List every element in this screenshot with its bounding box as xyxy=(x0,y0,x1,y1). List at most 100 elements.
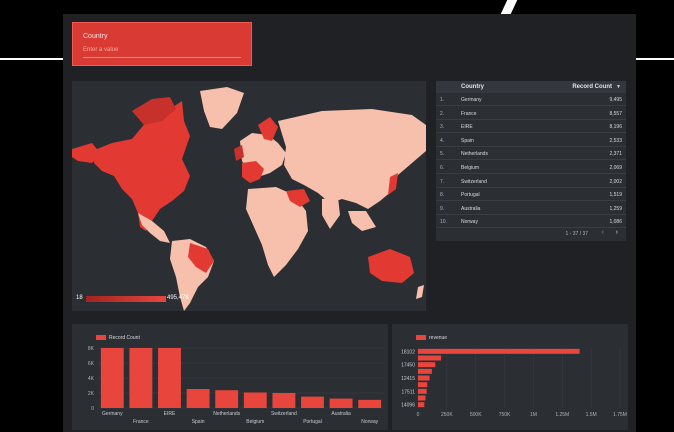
sort-desc-icon[interactable]: ▼ xyxy=(616,84,621,90)
y-tick-label: 0 xyxy=(91,406,94,412)
bar[interactable] xyxy=(243,392,267,408)
map-australia xyxy=(368,249,414,283)
chevron-right-icon[interactable]: › xyxy=(616,229,618,236)
bar[interactable] xyxy=(418,395,426,401)
table-row[interactable]: 3. EIRE 8,196 xyxy=(436,120,626,134)
map-legend-gradient xyxy=(86,296,166,302)
row-record-count: 1,086 xyxy=(609,219,622,226)
y-tick-label: 12415 xyxy=(401,376,415,382)
world-map[interactable] xyxy=(72,81,426,311)
row-country: Norway xyxy=(461,219,478,226)
row-record-count: 2,002 xyxy=(609,178,622,185)
x-tick-label: Spain xyxy=(192,419,205,425)
x-tick-label: 1.25M xyxy=(555,412,569,418)
frame-line-right xyxy=(636,58,674,60)
bar[interactable] xyxy=(100,348,124,408)
row-record-count: 2,371 xyxy=(609,151,622,158)
y-tick-label: 2K xyxy=(88,391,95,397)
row-index: 4. xyxy=(440,137,445,144)
row-record-count: 9,495 xyxy=(609,97,622,103)
x-tick-label: 1M xyxy=(530,412,537,418)
pagination-label: 1 - 37 / 37 xyxy=(565,231,588,237)
bar[interactable] xyxy=(186,389,210,408)
country-filter-input[interactable]: Enter a value xyxy=(83,47,118,53)
chevron-left-icon[interactable]: ‹ xyxy=(602,229,604,236)
table-row[interactable]: 5. Netherlands 2,371 xyxy=(436,147,626,161)
table-row[interactable]: 9. Australia 1,259 xyxy=(436,202,626,215)
row-country: Australia xyxy=(461,205,481,212)
row-index: 3. xyxy=(440,124,445,131)
bar[interactable] xyxy=(418,375,430,381)
row-record-count: 8,557 xyxy=(609,110,622,117)
bar[interactable] xyxy=(418,355,442,361)
table-row[interactable]: 7. Switzerland 2,002 xyxy=(436,175,626,188)
bar[interactable] xyxy=(418,368,432,374)
row-index: 1. xyxy=(440,97,445,103)
bar[interactable] xyxy=(418,382,428,388)
row-index: 10. xyxy=(440,219,447,226)
bar[interactable] xyxy=(158,348,181,408)
row-country: Netherlands xyxy=(461,151,488,158)
row-country: Germany xyxy=(461,97,482,103)
map-greenland xyxy=(200,87,244,129)
x-tick-label: Portugal xyxy=(303,419,322,425)
map-new-zealand xyxy=(416,285,424,299)
bar[interactable] xyxy=(418,402,425,408)
map-india xyxy=(322,197,340,229)
map-legend-max: 495,478 xyxy=(167,295,189,301)
country-table: Country Record Count ▼ 1. Germany 9,495 2. F… xyxy=(436,81,626,241)
table-row[interactable]: 1. Germany 9,495 xyxy=(436,93,626,106)
table-header: Country Record Count ▼ xyxy=(436,81,626,93)
y-tick-label: 6K xyxy=(88,361,95,367)
row-country: EIRE xyxy=(461,124,473,131)
frame-line-left xyxy=(0,58,64,60)
x-tick-label: Australia xyxy=(331,411,351,417)
x-tick-label: Netherlands xyxy=(213,411,240,417)
row-record-count: 2,069 xyxy=(609,165,622,171)
column-header-country[interactable]: Country xyxy=(461,84,484,90)
bar[interactable] xyxy=(215,390,239,408)
row-country: France xyxy=(461,110,477,117)
geo-map-panel[interactable]: 18 495,478 xyxy=(72,81,426,311)
bar[interactable] xyxy=(129,348,153,408)
x-tick-label: Germany xyxy=(102,411,123,417)
x-tick-label: 1.75M xyxy=(613,412,627,418)
x-tick-label: France xyxy=(133,419,149,425)
row-country: Belgium xyxy=(461,165,480,171)
map-se-asia xyxy=(348,211,376,231)
row-index: 5. xyxy=(440,151,445,158)
table-row[interactable]: 6. Belgium 2,069 xyxy=(436,161,626,174)
decorative-slash xyxy=(500,0,518,14)
row-index: 8. xyxy=(440,192,445,199)
bar[interactable] xyxy=(329,398,353,408)
revenue-bar-chart[interactable]: 0 250K 500K 750K 1M 1.25M 1.5M 1.75M 18102 17450 1… xyxy=(392,324,628,430)
y-tick-label: 18102 xyxy=(401,349,415,355)
revenue-chart-panel: revenue 0 250K 500K 750K 1M 1.25M 1.5M 1.75M 181… xyxy=(392,324,628,430)
bar[interactable] xyxy=(418,362,436,368)
y-tick-label: 17450 xyxy=(401,363,415,369)
x-tick-label: 250K xyxy=(441,412,453,418)
bar[interactable] xyxy=(418,388,427,394)
bar[interactable] xyxy=(301,396,324,408)
bar[interactable] xyxy=(272,392,296,408)
row-index: 7. xyxy=(440,178,445,185)
bar[interactable] xyxy=(418,348,580,354)
row-index: 6. xyxy=(440,165,445,171)
row-country: Portugal xyxy=(461,192,480,199)
table-row[interactable]: 2. France 8,557 xyxy=(436,107,626,120)
record-count-bar-chart[interactable]: 8K 6K 4K 2K 0 Germany France EIRE Spain Netherlan… xyxy=(72,324,388,430)
y-tick-label: 17511 xyxy=(401,389,415,395)
country-filter-label: Country xyxy=(83,33,108,40)
y-tick-label: 4K xyxy=(88,376,95,382)
table-row[interactable]: 8. Portugal 1,519 xyxy=(436,188,626,202)
table-row[interactable]: 4. Spain 2,533 xyxy=(436,134,626,147)
y-tick-label: 14096 xyxy=(401,403,415,409)
column-header-record-count[interactable]: Record Count xyxy=(572,84,612,90)
bar[interactable] xyxy=(358,399,382,408)
record-count-chart-panel: Record Count 8K 6K 4K 2K 0 Germany France EIRE S… xyxy=(72,324,388,430)
table-row[interactable]: 10. Norway 1,086 xyxy=(436,215,626,229)
country-filter-control[interactable]: Country Enter a value xyxy=(72,22,252,66)
x-tick-label: Belgium xyxy=(246,419,264,425)
row-index: 2. xyxy=(440,110,445,117)
row-country: Switzerland xyxy=(461,178,487,185)
